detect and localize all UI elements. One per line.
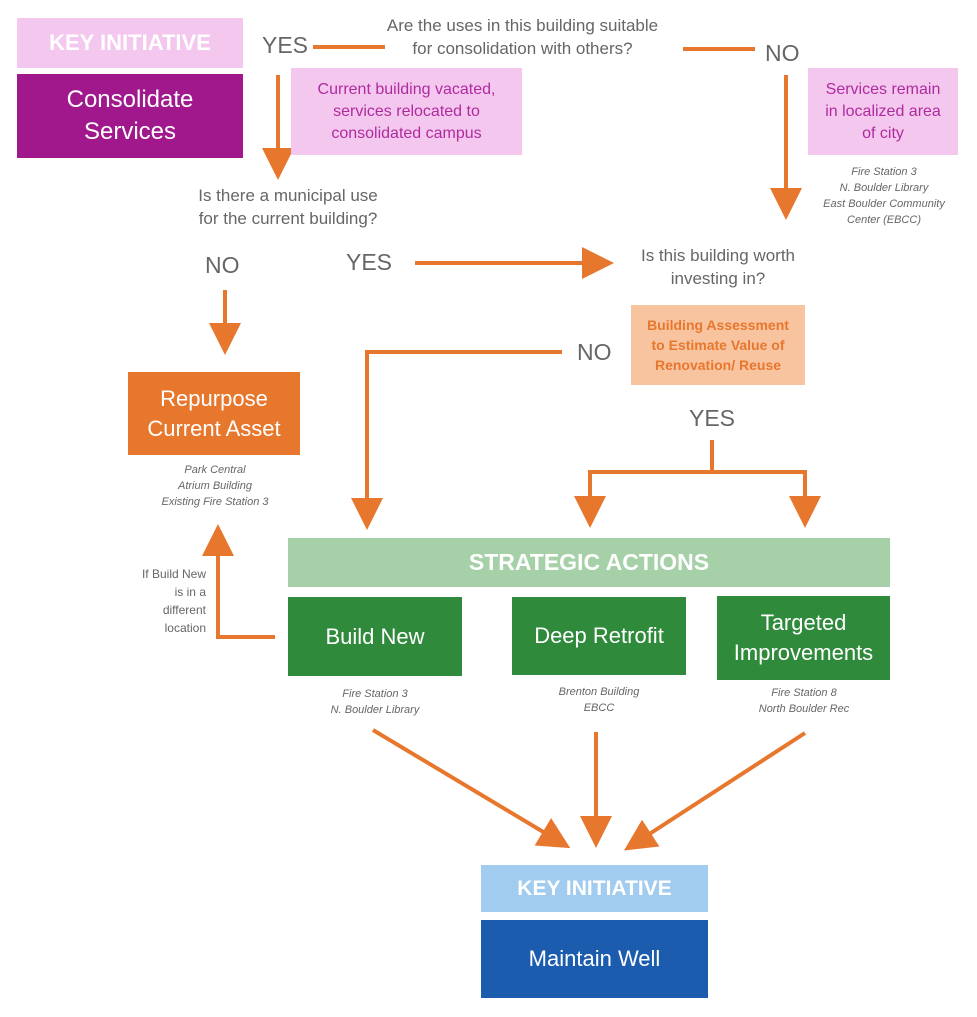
consolidate-services-box: Consolidate Services <box>17 74 243 158</box>
targeted-examples: Fire Station 8 North Boulder Rec <box>724 685 884 717</box>
build-new-to-repurpose-arrow <box>202 524 275 639</box>
targeted-improvements-box: Targeted Improvements <box>717 596 890 680</box>
example: N. Boulder Library <box>330 704 420 716</box>
strategic-actions-header: STRATEGIC ACTIONS <box>288 538 890 587</box>
yes-result-box: Current building vacated, services reloc… <box>291 68 522 155</box>
example: Fire Station 3 <box>851 166 917 178</box>
q1-no-label: NO <box>765 40 800 66</box>
example: EBCC <box>583 702 615 714</box>
example: N. Boulder Library <box>839 182 929 194</box>
q1-question: Are the uses in this building suitable f… <box>386 16 659 58</box>
q3-yes-left-arrow <box>574 470 712 528</box>
example: Atrium Building <box>178 480 252 492</box>
bottom-key-initiative-label: KEY INITIATIVE <box>481 865 708 912</box>
example: East Boulder Community <box>823 198 945 210</box>
q2-yes-label: YES <box>346 249 393 275</box>
build-new-location-note: If Build New is in a different location <box>141 567 206 635</box>
example: Existing Fire Station 3 <box>161 496 269 508</box>
assessment-box: Building Assessment to Estimate Value of… <box>631 305 805 385</box>
q1-yes-label: YES <box>262 32 309 58</box>
q3-yes-label: YES <box>689 405 736 431</box>
q2-question: Is there a municipal use for the current… <box>198 186 378 228</box>
build-new-to-maintain-arrow <box>371 728 571 849</box>
top-key-initiative-label: KEY INITIATIVE <box>17 18 243 68</box>
example: North Boulder Rec <box>758 703 850 715</box>
q3-no-label: NO <box>577 339 612 365</box>
targeted-to-maintain-arrow <box>623 731 807 851</box>
example: Fire Station 8 <box>771 687 837 699</box>
example: Center (EBCC) <box>847 214 921 226</box>
no-result-box: Services remain in localized area of cit… <box>808 68 958 155</box>
no-result-examples: Fire Station 3 N. Boulder Library East B… <box>804 164 964 228</box>
example: Fire Station 3 <box>342 688 408 700</box>
q3-yes-right-arrow <box>712 470 821 528</box>
q2-no-label: NO <box>205 252 240 278</box>
maintain-well-box: Maintain Well <box>481 920 708 998</box>
repurpose-box: Repurpose Current Asset <box>128 372 300 455</box>
build-new-examples: Fire Station 3 N. Boulder Library <box>295 686 455 718</box>
flowchart: KEY INITIATIVE Consolidate Services YES … <box>0 0 977 1017</box>
q3-question: Is this building worth investing in? <box>640 246 796 288</box>
example: Park Central <box>184 464 246 476</box>
build-new-box: Build New <box>288 597 462 676</box>
example: Brenton Building <box>558 686 640 698</box>
deep-retrofit-box: Deep Retrofit <box>512 597 686 675</box>
deep-retrofit-examples: Brenton Building EBCC <box>519 684 679 716</box>
repurpose-examples: Park Central Atrium Building Existing Fi… <box>135 462 295 510</box>
q3-no-arrow <box>351 350 562 530</box>
